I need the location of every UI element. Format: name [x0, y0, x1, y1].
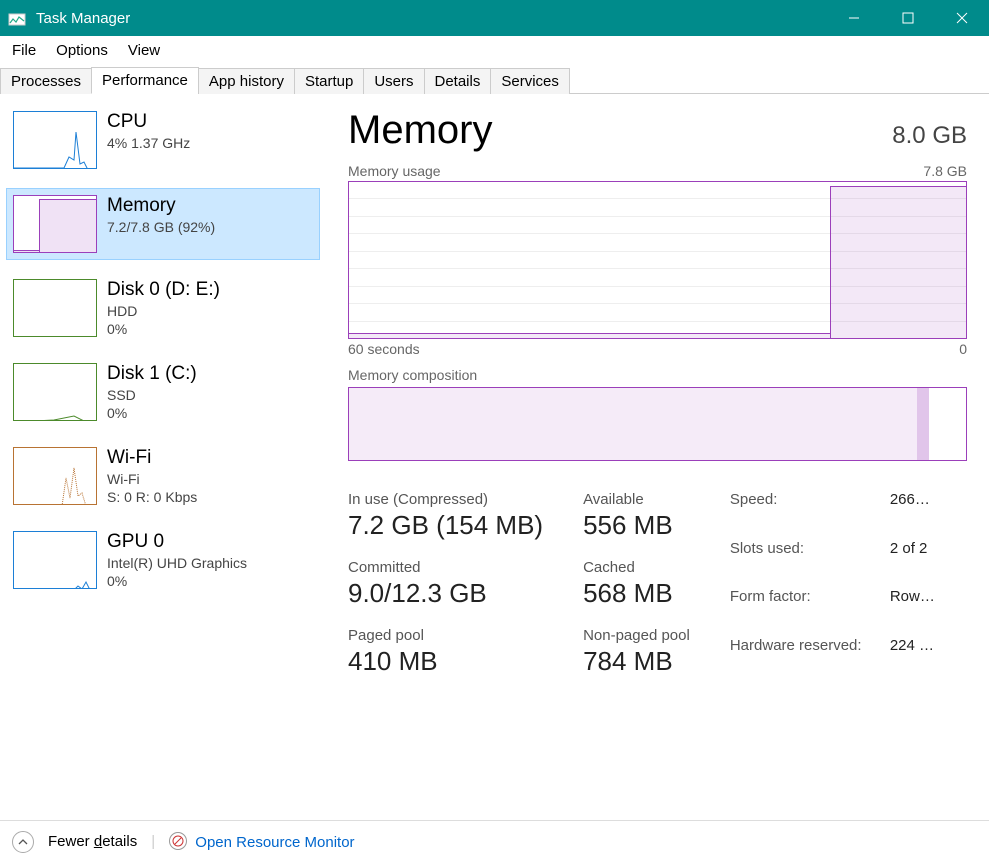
fewer-details-button[interactable]: Fewer details: [48, 833, 137, 850]
available-label: Available: [583, 491, 690, 508]
paged-value: 410 MB: [348, 646, 543, 677]
tab-details[interactable]: Details: [424, 68, 492, 94]
maximize-button[interactable]: [881, 0, 935, 36]
available-value: 556 MB: [583, 510, 690, 541]
menubar: File Options View: [0, 36, 989, 64]
titlebar[interactable]: Task Manager: [0, 0, 989, 36]
content: CPU 4% 1.37 GHz Memory 7.2/7.8 GB (92%) …: [0, 94, 989, 820]
slots-label: Slots used:: [730, 540, 890, 581]
composition-chart: [348, 387, 967, 461]
hwres-label: Hardware reserved:: [730, 637, 890, 678]
tab-performance[interactable]: Performance: [91, 67, 199, 94]
gpu-sub2: 0%: [107, 573, 247, 589]
disk0-thumb-graph: [13, 279, 97, 337]
speed-label: Speed:: [730, 491, 890, 532]
inuse-label: In use (Compressed): [348, 491, 543, 508]
wifi-thumb-graph: [13, 447, 97, 505]
tab-processes[interactable]: Processes: [0, 68, 92, 94]
committed-value: 9.0/12.3 GB: [348, 578, 543, 609]
composition-free: [929, 388, 966, 460]
committed-label: Committed: [348, 559, 543, 576]
window-title: Task Manager: [36, 10, 827, 27]
wifi-sub: Wi-Fi: [107, 471, 197, 487]
sidebar-item-disk1[interactable]: Disk 1 (C:) SSD 0%: [6, 356, 320, 428]
disk1-title: Disk 1 (C:): [107, 363, 197, 385]
slots-value: 2 of 2: [890, 540, 950, 581]
cpu-thumb-graph: [13, 111, 97, 169]
composition-label: Memory composition: [348, 367, 477, 383]
sidebar-item-gpu[interactable]: GPU 0 Intel(R) UHD Graphics 0%: [6, 524, 320, 596]
sidebar-item-memory[interactable]: Memory 7.2/7.8 GB (92%): [6, 188, 320, 260]
nonpaged-value: 784 MB: [583, 646, 690, 677]
xaxis-right: 0: [959, 341, 967, 357]
footer: Fewer details | Open Resource Monitor: [0, 820, 989, 862]
close-button[interactable]: [935, 0, 989, 36]
wifi-sub2: S: 0 R: 0 Kbps: [107, 489, 197, 505]
usage-chart: [348, 181, 967, 339]
xaxis-left: 60 seconds: [348, 341, 420, 357]
cached-label: Cached: [583, 559, 690, 576]
paged-label: Paged pool: [348, 627, 543, 644]
inuse-value: 7.2 GB (154 MB): [348, 510, 543, 541]
sidebar: CPU 4% 1.37 GHz Memory 7.2/7.8 GB (92%) …: [0, 94, 320, 820]
resource-monitor-icon: [169, 832, 187, 850]
sidebar-item-disk0[interactable]: Disk 0 (D: E:) HDD 0%: [6, 272, 320, 344]
tab-users[interactable]: Users: [363, 68, 424, 94]
chevron-up-icon[interactable]: [12, 831, 34, 853]
page-title: Memory: [348, 108, 492, 153]
memory-title: Memory: [107, 195, 215, 217]
form-value: Row…: [890, 588, 950, 629]
composition-modified: [917, 388, 929, 460]
wifi-title: Wi-Fi: [107, 447, 197, 469]
hwres-value: 224 …: [890, 637, 950, 678]
speed-value: 266…: [890, 491, 950, 532]
disk0-sub: HDD: [107, 303, 220, 319]
nonpaged-label: Non-paged pool: [583, 627, 690, 644]
usage-chart-max: 7.8 GB: [923, 163, 967, 179]
memory-thumb-graph: [13, 195, 97, 253]
menu-options[interactable]: Options: [46, 40, 118, 61]
tabstrip: Processes Performance App history Startu…: [0, 64, 989, 94]
disk1-sub: SSD: [107, 387, 197, 403]
memory-sub: 7.2/7.8 GB (92%): [107, 219, 215, 235]
cpu-sub: 4% 1.37 GHz: [107, 135, 190, 151]
hardware-info: Speed: 266… Slots used: 2 of 2 Form fact…: [730, 491, 950, 677]
sidebar-item-cpu[interactable]: CPU 4% 1.37 GHz: [6, 104, 320, 176]
form-label: Form factor:: [730, 588, 890, 629]
cpu-title: CPU: [107, 111, 190, 133]
total-memory: 8.0 GB: [892, 122, 967, 150]
footer-divider: |: [151, 833, 155, 850]
open-resource-monitor-link[interactable]: Open Resource Monitor: [169, 832, 354, 851]
stats: In use (Compressed) 7.2 GB (154 MB) Comm…: [348, 491, 967, 677]
menu-file[interactable]: File: [2, 40, 46, 61]
disk1-sub2: 0%: [107, 405, 197, 421]
tab-services[interactable]: Services: [490, 68, 570, 94]
gpu-title: GPU 0: [107, 531, 247, 553]
gpu-sub: Intel(R) UHD Graphics: [107, 555, 247, 571]
disk1-thumb-graph: [13, 363, 97, 421]
menu-view[interactable]: View: [118, 40, 170, 61]
tab-app-history[interactable]: App history: [198, 68, 295, 94]
main-panel: Memory 8.0 GB Memory usage 7.8 GB 60 sec…: [320, 94, 989, 820]
cached-value: 568 MB: [583, 578, 690, 609]
minimize-button[interactable]: [827, 0, 881, 36]
app-icon: [6, 7, 28, 29]
composition-inuse: [349, 388, 917, 460]
usage-chart-label: Memory usage: [348, 163, 441, 179]
tab-startup[interactable]: Startup: [294, 68, 364, 94]
disk0-sub2: 0%: [107, 321, 220, 337]
gpu-thumb-graph: [13, 531, 97, 589]
disk0-title: Disk 0 (D: E:): [107, 279, 220, 301]
sidebar-item-wifi[interactable]: Wi-Fi Wi-Fi S: 0 R: 0 Kbps: [6, 440, 320, 512]
